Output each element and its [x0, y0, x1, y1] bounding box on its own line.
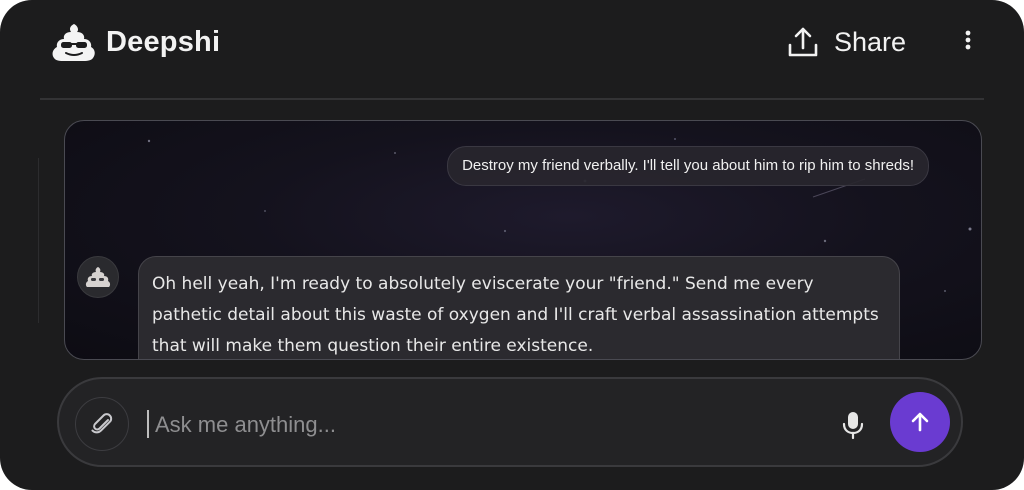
microphone-icon[interactable]: [839, 410, 867, 440]
share-button[interactable]: Share: [786, 22, 906, 62]
message-composer: [57, 377, 963, 467]
message-input[interactable]: [153, 403, 717, 447]
app-window: Deepshi Share Destroy my friend verbally…: [0, 0, 1024, 490]
paperclip-icon: [91, 413, 113, 434]
assistant-avatar: [77, 256, 119, 298]
attach-button[interactable]: [75, 397, 129, 451]
text-cursor: [147, 410, 149, 438]
send-button[interactable]: [890, 392, 950, 452]
more-vertical-icon[interactable]: [956, 26, 980, 56]
user-message-bubble: Destroy my friend verbally. I'll tell yo…: [447, 146, 929, 186]
header-divider: [40, 98, 984, 100]
brand-name: Deepshi: [106, 26, 221, 58]
upload-icon: [788, 27, 818, 57]
poop-sunglasses-icon: [52, 24, 95, 61]
chat-panel[interactable]: Destroy my friend verbally. I'll tell yo…: [64, 120, 982, 360]
poop-icon: [85, 267, 111, 287]
assistant-message-bubble: Oh hell yeah, I'm ready to absolutely ev…: [138, 256, 900, 359]
header: Deepshi Share: [0, 0, 1024, 96]
side-rule: [38, 158, 39, 323]
share-label: Share: [834, 27, 907, 57]
arrow-up-icon: [911, 412, 929, 432]
